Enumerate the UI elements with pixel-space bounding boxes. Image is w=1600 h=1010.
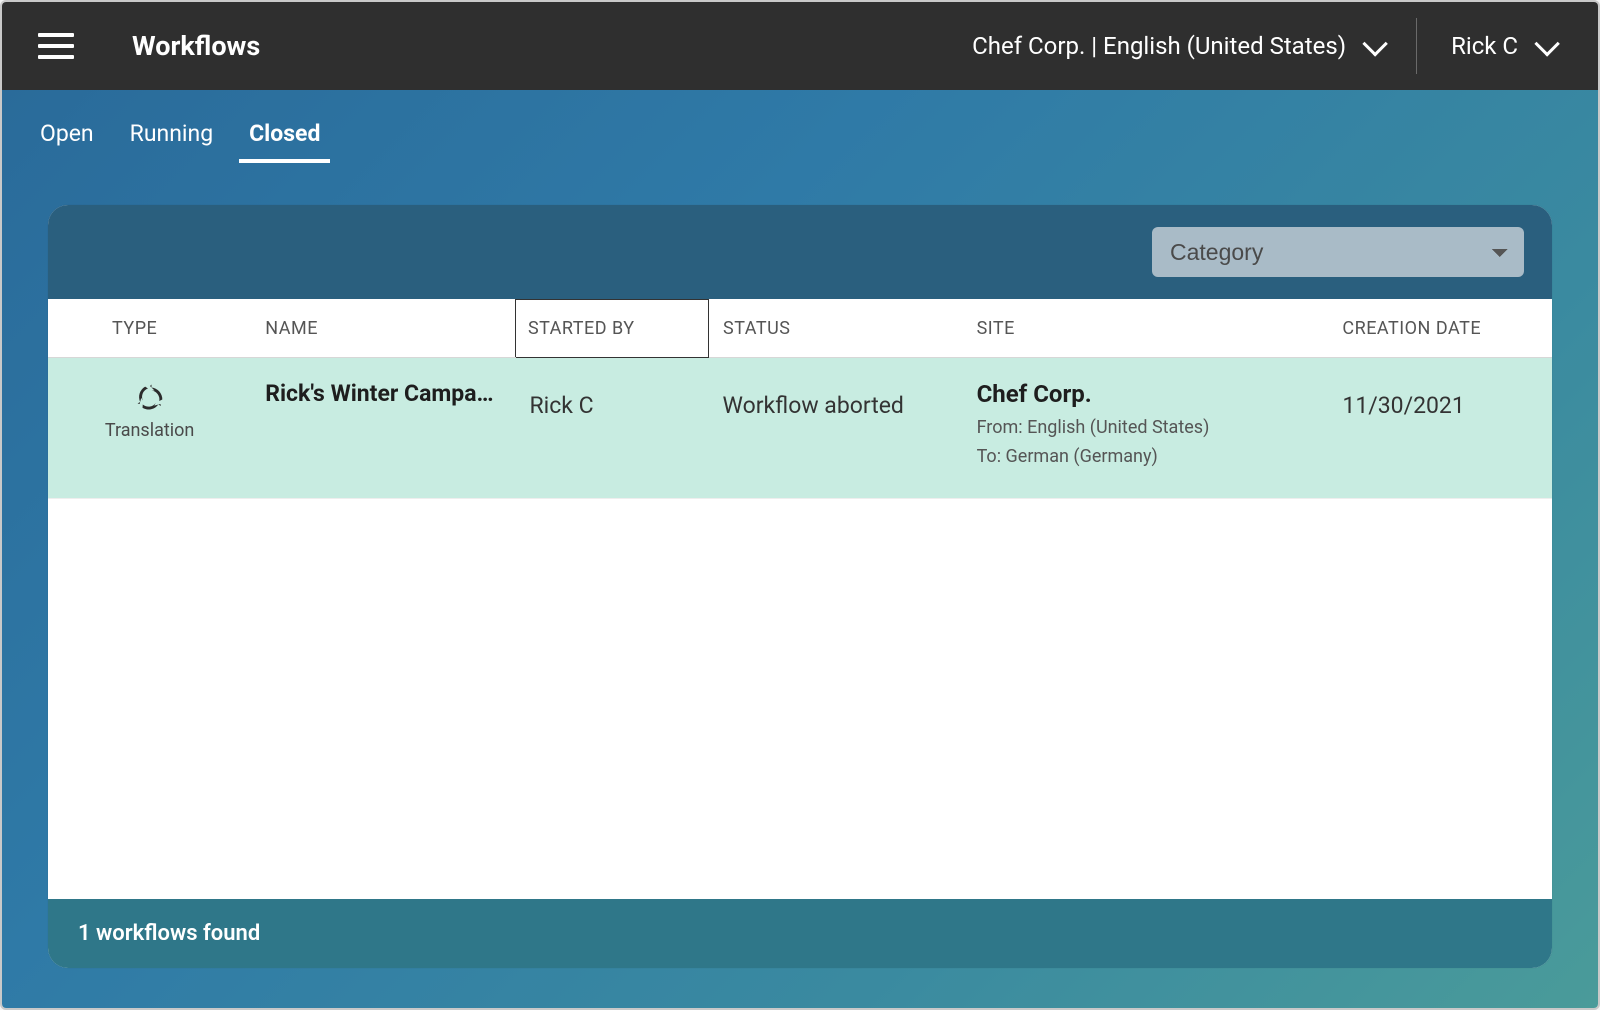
cell-status: Workflow aborted [709,358,963,499]
table-header-row: TYPE NAME STARTED BY STATUS SITE CREATIO… [48,300,1552,358]
category-select[interactable]: Category [1152,227,1524,277]
chevron-down-icon [1362,31,1387,56]
table-empty-space [48,499,1552,899]
menu-icon[interactable] [38,24,82,68]
tab-running[interactable]: Running [126,112,217,163]
site-switcher[interactable]: Chef Corp. | English (United States) [948,18,1406,74]
chevron-down-icon [1534,31,1559,56]
tabs: Open Running Closed [2,90,1598,163]
cell-name: Rick's Winter Campa… [251,358,515,499]
cell-creation-date: 11/30/2021 [1328,358,1552,499]
table-row[interactable]: Translation Rick's Winter Campa… Rick C … [48,358,1552,499]
site-to: To: German (Germany) [977,443,1315,472]
cell-site: Chef Corp. From: English (United States)… [963,358,1329,499]
footer-count: 1 workflows found [78,921,260,946]
top-bar: Workflows Chef Corp. | English (United S… [2,2,1598,90]
content-area: Open Running Closed Category TYPE NAME S… [2,90,1598,1008]
tab-closed[interactable]: Closed [245,112,324,163]
col-creation-date[interactable]: CREATION DATE [1328,300,1552,358]
page-title: Workflows [132,30,260,62]
col-status[interactable]: STATUS [709,300,963,358]
col-name[interactable]: NAME [251,300,515,358]
divider [1416,18,1417,74]
workflows-table: TYPE NAME STARTED BY STATUS SITE CREATIO… [48,299,1552,899]
translation-icon [132,380,168,416]
site-from: From: English (United States) [977,414,1315,443]
user-menu[interactable]: Rick C [1427,18,1578,74]
cell-type: Translation [48,358,251,499]
panel-toolbar: Category [48,205,1552,299]
col-started-by[interactable]: STARTED BY [515,300,708,358]
type-label: Translation [88,420,211,441]
col-site[interactable]: SITE [963,300,1329,358]
cell-started-by: Rick C [515,358,708,499]
tab-open[interactable]: Open [36,112,98,163]
site-name: Chef Corp. [977,380,1315,408]
site-switcher-label: Chef Corp. | English (United States) [972,32,1346,60]
user-menu-label: Rick C [1451,32,1518,60]
panel-footer: 1 workflows found [48,899,1552,968]
col-type[interactable]: TYPE [48,300,251,358]
app-frame: Workflows Chef Corp. | English (United S… [0,0,1600,1010]
workflows-panel: Category TYPE NAME STARTED BY STATUS SIT… [48,205,1552,968]
